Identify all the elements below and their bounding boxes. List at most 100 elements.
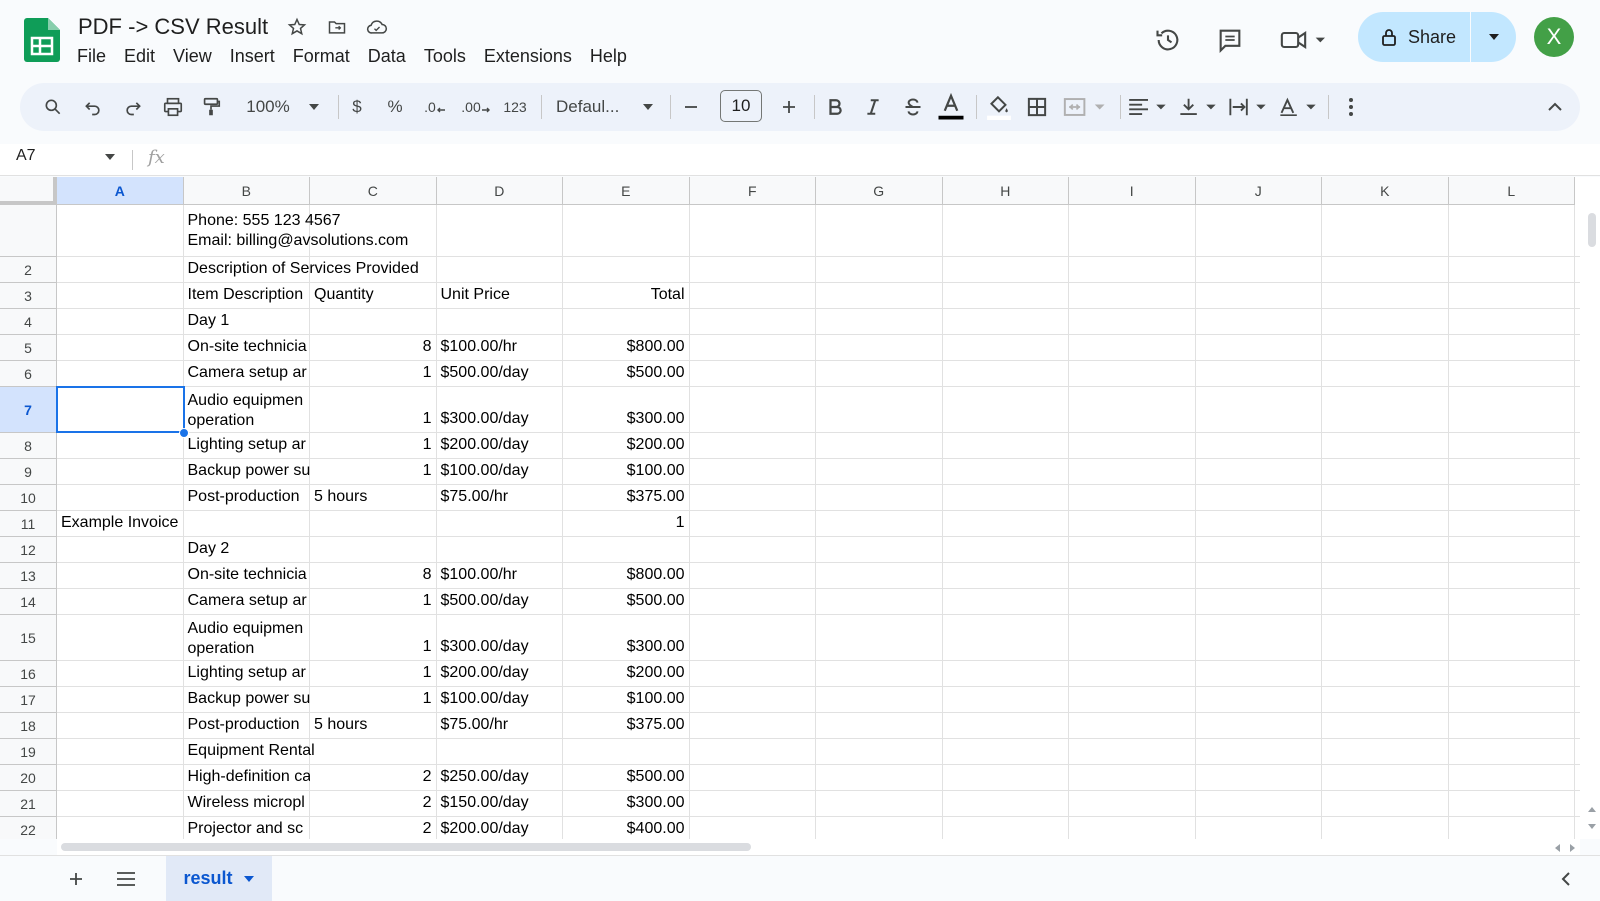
more-options-icon[interactable] <box>1336 83 1366 131</box>
cell-c14[interactable]: 1 <box>310 591 436 611</box>
cell-b4[interactable]: Day 1 <box>184 311 564 331</box>
decrease-font-size-icon[interactable] <box>674 83 708 131</box>
cell-c6[interactable]: 1 <box>310 363 436 383</box>
cell-d13[interactable]: $100.00/hr <box>437 565 564 585</box>
percent-format-button[interactable]: % <box>380 83 410 131</box>
cell-c13[interactable]: 8 <box>310 565 436 585</box>
row-header[interactable]: 14 <box>0 589 57 615</box>
cell-b8[interactable]: Lighting setup ar <box>184 435 311 455</box>
increase-decimal-button[interactable]: .00 <box>456 83 496 131</box>
scroll-left-icon[interactable] <box>1553 843 1561 853</box>
cell-e15[interactable]: $300.00 <box>563 637 689 657</box>
cell-b22[interactable]: Projector and sc <box>184 819 311 839</box>
account-avatar[interactable]: X <box>1534 17 1574 57</box>
all-sheets-icon[interactable] <box>106 856 146 901</box>
row-header[interactable]: 20 <box>0 765 57 791</box>
column-header-c[interactable]: C <box>310 177 437 205</box>
search-menus-icon[interactable] <box>38 83 68 131</box>
cell-b10[interactable]: Post-production <box>184 487 311 507</box>
cell-e16[interactable]: $200.00 <box>563 663 689 683</box>
menu-view[interactable]: View <box>164 44 221 69</box>
bold-icon[interactable] <box>820 83 850 131</box>
spreadsheet-grid[interactable]: A B C D E F G H I J K L Phone: 555 123 4567 Email: bi… <box>0 177 1580 839</box>
italic-icon[interactable] <box>858 83 888 131</box>
cell-b7[interactable]: Audio equipmen <box>184 391 311 411</box>
move-folder-icon[interactable] <box>324 14 350 40</box>
column-header-d[interactable]: D <box>436 177 563 205</box>
column-header-k[interactable]: K <box>1322 177 1449 205</box>
row-header[interactable]: 19 <box>0 739 57 765</box>
cell-c21[interactable]: 2 <box>310 793 436 813</box>
cell-c16[interactable]: 1 <box>310 663 436 683</box>
row-header[interactable]: 10 <box>0 485 57 511</box>
row-header[interactable]: 2 <box>0 257 57 283</box>
cell-b21[interactable]: Wireless micropl <box>184 793 311 813</box>
vertical-scroll-thumb[interactable] <box>1588 213 1596 247</box>
menu-data[interactable]: Data <box>359 44 415 69</box>
increase-font-size-icon[interactable] <box>772 83 806 131</box>
font-family-select[interactable]: Defaul... <box>550 83 660 131</box>
meet-camera-icon[interactable] <box>1274 18 1334 62</box>
row-header[interactable]: 11 <box>0 511 57 537</box>
cell-b17[interactable]: Backup power su <box>184 689 311 709</box>
cell-c18[interactable]: 5 hours <box>310 715 437 735</box>
select-all-corner[interactable] <box>0 177 57 205</box>
cell-d9[interactable]: $100.00/day <box>437 461 564 481</box>
cell-d18[interactable]: $75.00/hr <box>437 715 564 735</box>
share-dropdown-icon[interactable] <box>1471 12 1516 62</box>
horizontal-align-icon[interactable] <box>1126 83 1170 131</box>
active-cell-selection[interactable] <box>56 386 185 433</box>
cell-c15[interactable]: 1 <box>310 637 436 657</box>
cell-c10[interactable]: 5 hours <box>310 487 437 507</box>
row-header[interactable]: 18 <box>0 713 57 739</box>
column-header-e[interactable]: E <box>563 177 690 205</box>
cell-d10[interactable]: $75.00/hr <box>437 487 564 507</box>
scroll-up-icon[interactable] <box>1587 805 1597 813</box>
scroll-right-icon[interactable] <box>1569 843 1577 853</box>
sheets-logo-icon[interactable] <box>24 18 60 62</box>
menu-edit[interactable]: Edit <box>115 44 164 69</box>
row-header[interactable]: 22 <box>0 817 57 839</box>
cell-d21[interactable]: $150.00/day <box>437 793 564 813</box>
fill-color-icon[interactable] <box>982 83 1016 131</box>
cell-c9[interactable]: 1 <box>310 461 436 481</box>
menu-format[interactable]: Format <box>284 44 359 69</box>
row-header[interactable] <box>0 205 57 257</box>
cell-a11[interactable]: Example Invoice <box>57 513 437 533</box>
cell-e6[interactable]: $500.00 <box>563 363 689 383</box>
cell-c5[interactable]: 8 <box>310 337 436 357</box>
redo-icon[interactable] <box>118 83 148 131</box>
row-header[interactable]: 4 <box>0 309 57 335</box>
cell-b15[interactable]: Audio equipmen <box>184 619 311 639</box>
cell-d15[interactable]: $300.00/day <box>437 637 564 657</box>
scroll-down-icon[interactable] <box>1587 823 1597 831</box>
text-color-icon[interactable] <box>934 83 968 131</box>
menu-tools[interactable]: Tools <box>415 44 475 69</box>
collapse-menus-icon[interactable] <box>1538 83 1572 131</box>
cell-c22[interactable]: 2 <box>310 819 436 839</box>
row-header[interactable]: 5 <box>0 335 57 361</box>
column-header-b[interactable]: B <box>183 177 310 205</box>
column-header-h[interactable]: H <box>942 177 1069 205</box>
more-formats-button[interactable]: 123 <box>498 83 532 131</box>
horizontal-scroll-thumb[interactable] <box>61 843 751 851</box>
cell-e22[interactable]: $400.00 <box>563 819 689 839</box>
cloud-saved-icon[interactable] <box>364 14 390 40</box>
menu-insert[interactable]: Insert <box>221 44 284 69</box>
cell-e3[interactable]: Total <box>563 285 689 305</box>
menu-extensions[interactable]: Extensions <box>475 44 581 69</box>
cell-d5[interactable]: $100.00/hr <box>437 337 564 357</box>
menu-file[interactable]: File <box>68 44 115 69</box>
cell-c7[interactable]: 1 <box>310 409 436 429</box>
share-button[interactable]: Share <box>1358 12 1516 62</box>
cell-b13[interactable]: On-site technicia <box>184 565 311 585</box>
cell-b5[interactable]: On-site technicia <box>184 337 311 357</box>
vertical-align-icon[interactable] <box>1176 83 1220 131</box>
text-rotation-icon[interactable] <box>1276 83 1320 131</box>
cell-e13[interactable]: $800.00 <box>563 565 689 585</box>
cell-d22[interactable]: $200.00/day <box>437 819 564 839</box>
fill-handle[interactable] <box>178 428 189 438</box>
document-title[interactable]: PDF -> CSV Result <box>76 12 270 42</box>
cell-b19[interactable]: Equipment Rental <box>184 741 564 761</box>
font-size-input[interactable]: 10 <box>720 90 762 122</box>
